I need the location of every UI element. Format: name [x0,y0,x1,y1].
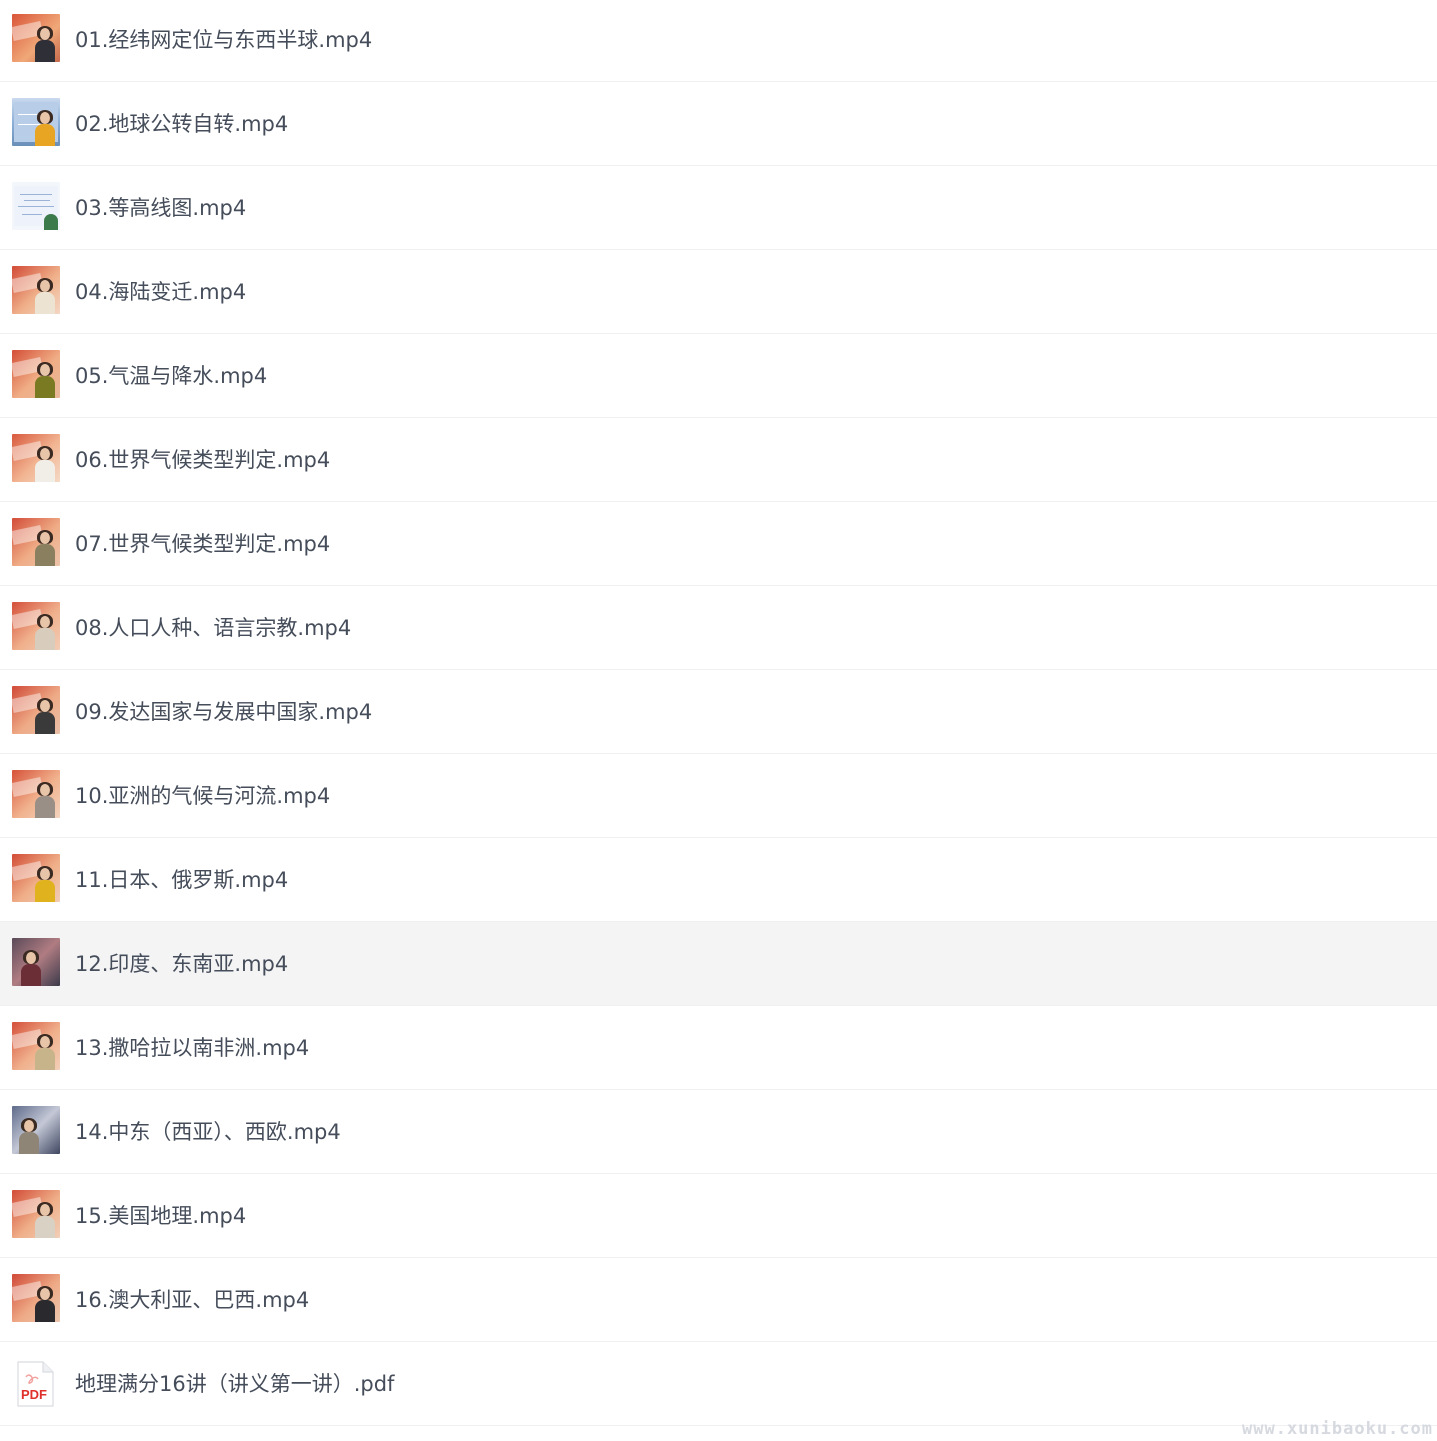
video-thumbnail-icon [12,938,60,986]
file-name: 15.美国地理.mp4 [75,1204,247,1228]
file-list: 01.经纬网定位与东西半球.mp4 02.地球公转自转.mp4 03.等高线图.… [0,0,1437,1426]
pdf-icon-label: PDF [21,1387,47,1402]
video-thumbnail-icon [12,602,60,650]
file-name: 04.海陆变迁.mp4 [75,280,247,304]
video-thumbnail-icon [12,266,60,314]
file-name: 12.印度、东南亚.mp4 [75,952,289,976]
file-row-08[interactable]: 08.人口人种、语言宗教.mp4 [0,586,1437,670]
video-thumbnail-icon [12,1190,60,1238]
pdf-file-icon: PDF [17,1361,54,1407]
file-name: 08.人口人种、语言宗教.mp4 [75,616,352,640]
file-row-03[interactable]: 03.等高线图.mp4 [0,166,1437,250]
file-row-10[interactable]: 10.亚洲的气候与河流.mp4 [0,754,1437,838]
video-thumbnail-icon [12,770,60,818]
video-thumbnail-icon [12,518,60,566]
file-name: 07.世界气候类型判定.mp4 [75,532,331,556]
file-row-pdf[interactable]: PDF 地理满分16讲（讲义第一讲）.pdf [0,1342,1437,1426]
video-thumbnail-icon [12,1274,60,1322]
file-row-06[interactable]: 06.世界气候类型判定.mp4 [0,418,1437,502]
video-thumbnail-icon [12,14,60,62]
file-row-14[interactable]: 14.中东（西亚）、西欧.mp4 [0,1090,1437,1174]
file-name: 06.世界气候类型判定.mp4 [75,448,331,472]
video-thumbnail-icon [12,1022,60,1070]
file-name: 10.亚洲的气候与河流.mp4 [75,784,331,808]
file-name: 03.等高线图.mp4 [75,196,247,220]
file-row-07[interactable]: 07.世界气候类型判定.mp4 [0,502,1437,586]
file-name: 01.经纬网定位与东西半球.mp4 [75,28,373,52]
file-row-16[interactable]: 16.澳大利亚、巴西.mp4 [0,1258,1437,1342]
file-name: 09.发达国家与发展中国家.mp4 [75,700,373,724]
file-name: 05.气温与降水.mp4 [75,364,268,388]
video-thumbnail-icon [12,686,60,734]
file-name: 14.中东（西亚）、西欧.mp4 [75,1120,341,1144]
video-thumbnail-icon [12,350,60,398]
file-row-11[interactable]: 11.日本、俄罗斯.mp4 [0,838,1437,922]
file-row-12[interactable]: 12.印度、东南亚.mp4 [0,922,1437,1006]
video-thumbnail-icon [12,182,60,230]
file-name: 16.澳大利亚、巴西.mp4 [75,1288,310,1312]
file-row-09[interactable]: 09.发达国家与发展中国家.mp4 [0,670,1437,754]
file-name: 11.日本、俄罗斯.mp4 [75,868,289,892]
file-row-13[interactable]: 13.撒哈拉以南非洲.mp4 [0,1006,1437,1090]
video-thumbnail-icon [12,98,60,146]
file-row-15[interactable]: 15.美国地理.mp4 [0,1174,1437,1258]
file-row-04[interactable]: 04.海陆变迁.mp4 [0,250,1437,334]
watermark: www.xunibaoku.com [1242,1419,1433,1439]
file-name: 地理满分16讲（讲义第一讲）.pdf [75,1372,395,1396]
file-name: 13.撒哈拉以南非洲.mp4 [75,1036,310,1060]
file-row-02[interactable]: 02.地球公转自转.mp4 [0,82,1437,166]
video-thumbnail-icon [12,434,60,482]
file-row-01[interactable]: 01.经纬网定位与东西半球.mp4 [0,0,1437,82]
file-row-05[interactable]: 05.气温与降水.mp4 [0,334,1437,418]
video-thumbnail-icon [12,1106,60,1154]
video-thumbnail-icon [12,854,60,902]
file-name: 02.地球公转自转.mp4 [75,112,289,136]
